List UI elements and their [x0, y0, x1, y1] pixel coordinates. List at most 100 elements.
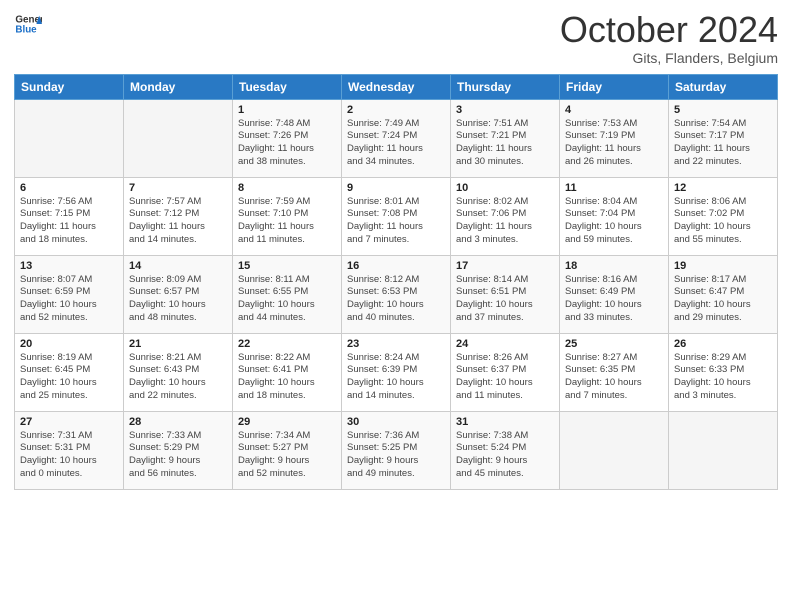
calendar-cell: 4 Sunrise: 7:53 AM Sunset: 7:19 PM Daylig…	[560, 99, 669, 177]
page-header: General Blue October 2024 Gits, Flanders…	[14, 10, 778, 66]
calendar-table: SundayMondayTuesdayWednesdayThursdayFrid…	[14, 74, 778, 490]
day-number: 16	[347, 260, 445, 272]
day-info: Sunrise: 8:24 AM Sunset: 6:39 PM Dayligh…	[347, 352, 445, 403]
day-number: 2	[347, 104, 445, 116]
day-info: Sunrise: 8:06 AM Sunset: 7:02 PM Dayligh…	[674, 196, 772, 247]
calendar-cell: 29Sunrise: 7:34 AM Sunset: 5:27 PM Dayli…	[233, 411, 342, 489]
day-info: Sunrise: 7:33 AM Sunset: 5:29 PM Dayligh…	[129, 430, 227, 481]
calendar-cell: 3 Sunrise: 7:51 AM Sunset: 7:21 PM Daylig…	[451, 99, 560, 177]
calendar-cell: 7 Sunrise: 7:57 AM Sunset: 7:12 PM Daylig…	[124, 177, 233, 255]
day-number: 14	[129, 260, 227, 272]
calendar-cell: 31 Sunrise: 7:38 AM Sunset: 5:24 PM Dayli…	[451, 411, 560, 489]
calendar-cell: 14Sunrise: 8:09 AM Sunset: 6:57 PM Dayli…	[124, 255, 233, 333]
day-number: 18	[565, 260, 663, 272]
day-number: 1	[238, 104, 336, 116]
day-number: 20	[20, 338, 118, 350]
calendar-cell	[124, 99, 233, 177]
weekday-saturday: Saturday	[669, 74, 778, 99]
day-info: Sunrise: 8:21 AM Sunset: 6:43 PM Dayligh…	[129, 352, 227, 403]
day-number: 29	[238, 416, 336, 428]
week-row-1: 1 Sunrise: 7:48 AM Sunset: 7:26 PM Daylig…	[15, 99, 778, 177]
day-number: 21	[129, 338, 227, 350]
calendar-cell: 27 Sunrise: 7:31 AM Sunset: 5:31 PM Dayli…	[15, 411, 124, 489]
day-number: 26	[674, 338, 772, 350]
day-info: Sunrise: 8:26 AM Sunset: 6:37 PM Dayligh…	[456, 352, 554, 403]
day-info: Sunrise: 8:07 AM Sunset: 6:59 PM Dayligh…	[20, 274, 118, 325]
weekday-friday: Friday	[560, 74, 669, 99]
weekday-tuesday: Tuesday	[233, 74, 342, 99]
calendar-cell: 1 Sunrise: 7:48 AM Sunset: 7:26 PM Daylig…	[233, 99, 342, 177]
day-number: 25	[565, 338, 663, 350]
calendar-cell: 22 Sunrise: 8:22 AM Sunset: 6:41 PM Dayli…	[233, 333, 342, 411]
day-number: 23	[347, 338, 445, 350]
day-number: 4	[565, 104, 663, 116]
day-info: Sunrise: 8:16 AM Sunset: 6:49 PM Dayligh…	[565, 274, 663, 325]
day-info: Sunrise: 7:51 AM Sunset: 7:21 PM Dayligh…	[456, 118, 554, 169]
day-info: Sunrise: 7:49 AM Sunset: 7:24 PM Dayligh…	[347, 118, 445, 169]
day-number: 15	[238, 260, 336, 272]
week-row-5: 27 Sunrise: 7:31 AM Sunset: 5:31 PM Dayli…	[15, 411, 778, 489]
calendar-cell: 2 Sunrise: 7:49 AM Sunset: 7:24 PM Daylig…	[342, 99, 451, 177]
day-number: 13	[20, 260, 118, 272]
day-number: 30	[347, 416, 445, 428]
day-info: Sunrise: 7:31 AM Sunset: 5:31 PM Dayligh…	[20, 430, 118, 481]
calendar-cell: 11 Sunrise: 8:04 AM Sunset: 7:04 PM Dayli…	[560, 177, 669, 255]
calendar-cell: 13 Sunrise: 8:07 AM Sunset: 6:59 PM Dayli…	[15, 255, 124, 333]
day-info: Sunrise: 8:22 AM Sunset: 6:41 PM Dayligh…	[238, 352, 336, 403]
day-number: 27	[20, 416, 118, 428]
calendar-cell	[669, 411, 778, 489]
day-number: 12	[674, 182, 772, 194]
day-info: Sunrise: 7:53 AM Sunset: 7:19 PM Dayligh…	[565, 118, 663, 169]
day-number: 31	[456, 416, 554, 428]
calendar-cell: 9 Sunrise: 8:01 AM Sunset: 7:08 PM Daylig…	[342, 177, 451, 255]
day-info: Sunrise: 7:36 AM Sunset: 5:25 PM Dayligh…	[347, 430, 445, 481]
day-number: 17	[456, 260, 554, 272]
calendar-cell: 10 Sunrise: 8:02 AM Sunset: 7:06 PM Dayli…	[451, 177, 560, 255]
weekday-sunday: Sunday	[15, 74, 124, 99]
calendar-cell: 25Sunrise: 8:27 AM Sunset: 6:35 PM Dayli…	[560, 333, 669, 411]
calendar-cell: 19 Sunrise: 8:17 AM Sunset: 6:47 PM Dayli…	[669, 255, 778, 333]
day-number: 22	[238, 338, 336, 350]
calendar-cell: 16Sunrise: 8:12 AM Sunset: 6:53 PM Dayli…	[342, 255, 451, 333]
day-number: 7	[129, 182, 227, 194]
day-info: Sunrise: 8:14 AM Sunset: 6:51 PM Dayligh…	[456, 274, 554, 325]
day-number: 3	[456, 104, 554, 116]
svg-text:Blue: Blue	[15, 24, 37, 35]
logo: General Blue	[14, 10, 42, 38]
day-number: 19	[674, 260, 772, 272]
week-row-4: 20Sunrise: 8:19 AM Sunset: 6:45 PM Dayli…	[15, 333, 778, 411]
day-info: Sunrise: 7:57 AM Sunset: 7:12 PM Dayligh…	[129, 196, 227, 247]
weekday-monday: Monday	[124, 74, 233, 99]
day-info: Sunrise: 8:01 AM Sunset: 7:08 PM Dayligh…	[347, 196, 445, 247]
day-number: 6	[20, 182, 118, 194]
day-info: Sunrise: 8:17 AM Sunset: 6:47 PM Dayligh…	[674, 274, 772, 325]
calendar-cell: 20Sunrise: 8:19 AM Sunset: 6:45 PM Dayli…	[15, 333, 124, 411]
calendar-cell: 23 Sunrise: 8:24 AM Sunset: 6:39 PM Dayli…	[342, 333, 451, 411]
day-number: 10	[456, 182, 554, 194]
calendar-cell: 5Sunrise: 7:54 AM Sunset: 7:17 PM Daylig…	[669, 99, 778, 177]
day-info: Sunrise: 7:48 AM Sunset: 7:26 PM Dayligh…	[238, 118, 336, 169]
location-subtitle: Gits, Flanders, Belgium	[560, 50, 778, 66]
day-number: 28	[129, 416, 227, 428]
calendar-cell: 26 Sunrise: 8:29 AM Sunset: 6:33 PM Dayli…	[669, 333, 778, 411]
day-info: Sunrise: 8:29 AM Sunset: 6:33 PM Dayligh…	[674, 352, 772, 403]
week-row-2: 6 Sunrise: 7:56 AM Sunset: 7:15 PM Daylig…	[15, 177, 778, 255]
day-info: Sunrise: 7:56 AM Sunset: 7:15 PM Dayligh…	[20, 196, 118, 247]
calendar-cell: 12 Sunrise: 8:06 AM Sunset: 7:02 PM Dayli…	[669, 177, 778, 255]
calendar-cell: 28 Sunrise: 7:33 AM Sunset: 5:29 PM Dayli…	[124, 411, 233, 489]
calendar-cell: 17 Sunrise: 8:14 AM Sunset: 6:51 PM Dayli…	[451, 255, 560, 333]
day-info: Sunrise: 7:54 AM Sunset: 7:17 PM Dayligh…	[674, 118, 772, 169]
calendar-cell	[560, 411, 669, 489]
day-info: Sunrise: 7:59 AM Sunset: 7:10 PM Dayligh…	[238, 196, 336, 247]
day-info: Sunrise: 7:38 AM Sunset: 5:24 PM Dayligh…	[456, 430, 554, 481]
day-number: 9	[347, 182, 445, 194]
calendar-cell: 30 Sunrise: 7:36 AM Sunset: 5:25 PM Dayli…	[342, 411, 451, 489]
day-info: Sunrise: 8:02 AM Sunset: 7:06 PM Dayligh…	[456, 196, 554, 247]
logo-icon: General Blue	[14, 10, 42, 38]
title-section: October 2024 Gits, Flanders, Belgium	[560, 10, 778, 66]
day-info: Sunrise: 8:11 AM Sunset: 6:55 PM Dayligh…	[238, 274, 336, 325]
calendar-cell	[15, 99, 124, 177]
day-info: Sunrise: 8:04 AM Sunset: 7:04 PM Dayligh…	[565, 196, 663, 247]
day-number: 11	[565, 182, 663, 194]
week-row-3: 13 Sunrise: 8:07 AM Sunset: 6:59 PM Dayli…	[15, 255, 778, 333]
